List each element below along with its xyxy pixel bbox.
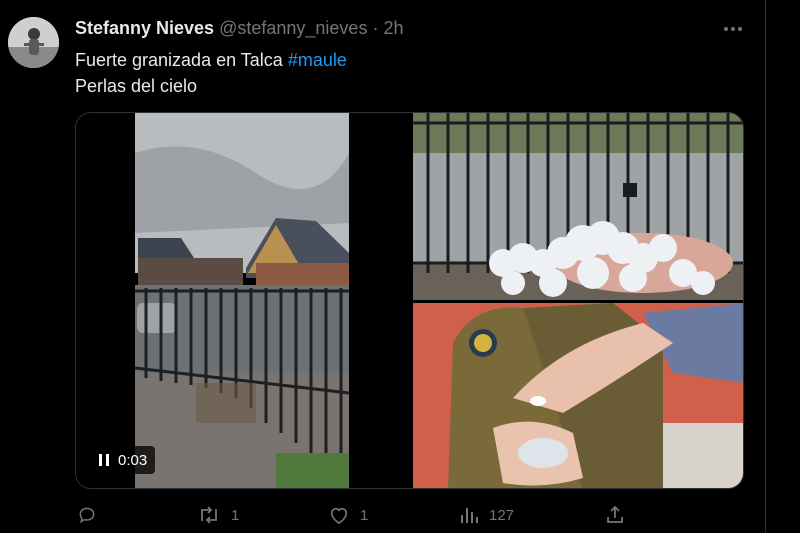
tweet-time[interactable]: 2h	[383, 18, 403, 38]
hashtag-link[interactable]: #maule	[288, 50, 347, 70]
more-options-button[interactable]	[718, 14, 748, 44]
tweet-header: Stefanny Nieves @stefanny_nieves · 2h	[75, 18, 404, 39]
video-controls: 0:03	[90, 446, 156, 474]
avatar[interactable]	[8, 17, 59, 68]
video-player[interactable]: 0:03	[76, 113, 410, 488]
hail-fence-photo	[413, 113, 743, 300]
tweet-text-line2: Perlas del cielo	[75, 76, 198, 96]
avatar-image	[8, 17, 59, 68]
separator-dot: ·	[372, 18, 379, 38]
media-grid: 0:03	[75, 112, 744, 489]
media-image-hail-hand[interactable]	[413, 303, 743, 488]
share-button[interactable]	[605, 505, 625, 525]
like-button[interactable]: 1	[328, 505, 368, 525]
tweet-actions: 1 1 127	[0, 505, 765, 533]
more-dots-icon	[724, 27, 742, 31]
pause-icon[interactable]	[98, 453, 110, 467]
user-handle[interactable]: @stefanny_nieves	[219, 18, 367, 38]
display-name[interactable]: Stefanny Nieves	[75, 18, 214, 38]
like-count: 1	[360, 506, 369, 524]
retweet-icon	[201, 506, 217, 524]
views-count: 127	[489, 506, 515, 524]
share-icon	[607, 505, 623, 523]
tweet-text: Fuerte granizada en Talca #maule Perlas …	[75, 47, 347, 99]
timeline-border	[765, 0, 766, 533]
reply-icon	[79, 507, 95, 524]
retweet-count: 1	[231, 506, 240, 524]
video-duration: 0:03	[118, 451, 148, 469]
retweet-button[interactable]: 1	[197, 505, 239, 525]
views-button[interactable]: 127	[459, 505, 514, 525]
media-image-hail-fence[interactable]	[413, 113, 743, 300]
video-frame	[76, 113, 410, 488]
views-chart-icon	[461, 508, 478, 523]
heart-icon	[330, 507, 348, 525]
reply-button[interactable]	[77, 505, 107, 525]
hail-hand-photo	[413, 303, 743, 488]
tweet-text-line1: Fuerte granizada en Talca	[75, 50, 283, 70]
